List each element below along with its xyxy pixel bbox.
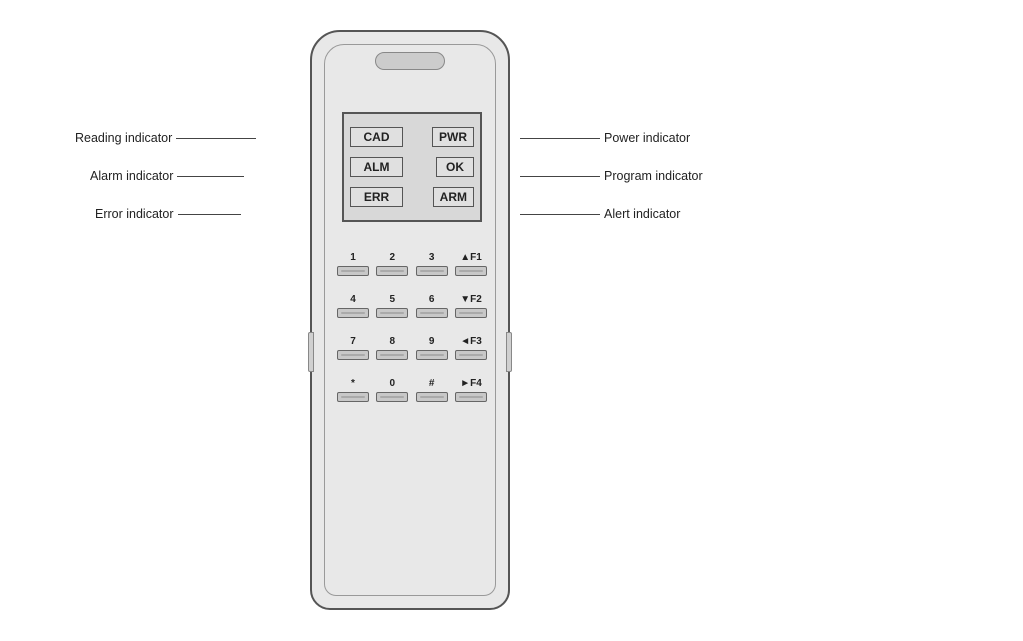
key-label-3: 3 — [429, 252, 435, 263]
key-button-F1[interactable] — [455, 266, 487, 276]
key-item-3[interactable]: 3 — [416, 252, 448, 276]
key-item-F4[interactable]: ►F4 — [455, 378, 487, 402]
key-label-F3: ◄F3 — [460, 336, 482, 347]
key-label-2: 2 — [390, 252, 396, 263]
indicator-panel: CAD ALM ERR PWR OK ARM — [342, 112, 482, 222]
indicator-left: CAD ALM ERR — [344, 114, 409, 220]
alert-indicator-label: Alert indicator — [520, 207, 680, 221]
key-button-1[interactable] — [337, 266, 369, 276]
key-row-2: 4 5 6 ▼F2 — [337, 294, 487, 318]
key-label-F2: ▼F2 — [460, 294, 482, 305]
key-label-1: 1 — [350, 252, 356, 263]
keypad: 1 2 3 ▲F1 4 5 6 ▼F2 7 8 9 ◄F3 * 0 # ►F4 — [337, 252, 487, 420]
reading-indicator-label: Reading indicator — [75, 131, 256, 145]
key-label-6: 6 — [429, 294, 435, 305]
key-item-F2[interactable]: ▼F2 — [455, 294, 487, 318]
side-indent-left — [308, 332, 314, 372]
key-button-4[interactable] — [337, 308, 369, 318]
indicator-err: ERR — [350, 187, 403, 207]
key-button-#[interactable] — [416, 392, 448, 402]
indicator-right: PWR OK ARM — [415, 114, 480, 220]
key-button-F4[interactable] — [455, 392, 487, 402]
key-label-9: 9 — [429, 336, 435, 347]
side-indent-right — [506, 332, 512, 372]
key-button-9[interactable] — [416, 350, 448, 360]
key-button-5[interactable] — [376, 308, 408, 318]
key-label-5: 5 — [390, 294, 396, 305]
power-indicator-label: Power indicator — [520, 131, 690, 145]
key-button-3[interactable] — [416, 266, 448, 276]
key-item-7[interactable]: 7 — [337, 336, 369, 360]
device-body: CAD ALM ERR PWR OK ARM 1 2 3 ▲F1 4 5 6 ▼F2 7 8 9 ◄F… — [310, 30, 510, 610]
key-label-0: 0 — [390, 378, 396, 389]
key-item-6[interactable]: 6 — [416, 294, 448, 318]
key-item-8[interactable]: 8 — [376, 336, 408, 360]
key-label-F1: ▲F1 — [460, 252, 482, 263]
key-item-5[interactable]: 5 — [376, 294, 408, 318]
diagram-container: CAD ALM ERR PWR OK ARM 1 2 3 ▲F1 4 5 6 ▼F2 7 8 9 ◄F… — [0, 0, 1023, 641]
key-row-3: 7 8 9 ◄F3 — [337, 336, 487, 360]
key-button-F2[interactable] — [455, 308, 487, 318]
error-indicator-label: Error indicator — [95, 207, 241, 221]
key-button-2[interactable] — [376, 266, 408, 276]
key-row-4: * 0 # ►F4 — [337, 378, 487, 402]
speaker-slot — [375, 52, 445, 70]
key-button-*[interactable] — [337, 392, 369, 402]
key-button-6[interactable] — [416, 308, 448, 318]
key-button-F3[interactable] — [455, 350, 487, 360]
indicator-cad: CAD — [350, 127, 403, 147]
key-item-4[interactable]: 4 — [337, 294, 369, 318]
key-button-7[interactable] — [337, 350, 369, 360]
key-item-*[interactable]: * — [337, 378, 369, 402]
key-item-0[interactable]: 0 — [376, 378, 408, 402]
key-item-2[interactable]: 2 — [376, 252, 408, 276]
key-label-*: * — [351, 378, 355, 389]
indicator-arm: ARM — [433, 187, 474, 207]
key-label-#: # — [429, 378, 435, 389]
indicator-ok: OK — [436, 157, 474, 177]
key-item-F1[interactable]: ▲F1 — [455, 252, 487, 276]
alarm-indicator-label: Alarm indicator — [90, 169, 244, 183]
indicator-alm: ALM — [350, 157, 403, 177]
key-button-8[interactable] — [376, 350, 408, 360]
key-item-9[interactable]: 9 — [416, 336, 448, 360]
key-label-4: 4 — [350, 294, 356, 305]
key-item-F3[interactable]: ◄F3 — [455, 336, 487, 360]
indicator-pwr: PWR — [432, 127, 474, 147]
key-row-1: 1 2 3 ▲F1 — [337, 252, 487, 276]
key-label-7: 7 — [350, 336, 356, 347]
program-indicator-label: Program indicator — [520, 169, 703, 183]
key-item-1[interactable]: 1 — [337, 252, 369, 276]
key-label-F4: ►F4 — [460, 378, 482, 389]
key-item-#[interactable]: # — [416, 378, 448, 402]
key-button-0[interactable] — [376, 392, 408, 402]
key-label-8: 8 — [390, 336, 396, 347]
